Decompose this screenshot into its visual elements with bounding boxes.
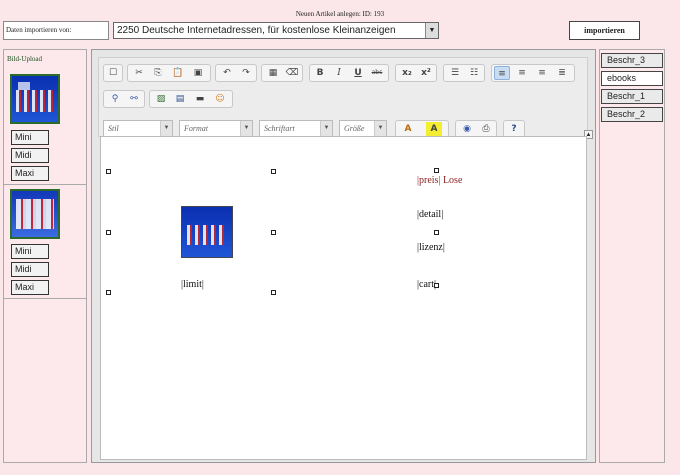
chevron-down-icon: ▼ <box>160 121 172 136</box>
justify-icon[interactable]: ≣ <box>554 66 570 80</box>
mini-button-1[interactable]: Mini <box>11 130 49 145</box>
table-cell-marker <box>434 230 439 235</box>
limit-placeholder: |limit| <box>181 279 204 290</box>
format-combo[interactable]: Format ▼ <box>179 120 253 137</box>
product-thumbnail-2[interactable] <box>10 189 60 239</box>
subscript-icon[interactable]: x₂ <box>399 66 415 80</box>
underline-icon[interactable]: U <box>350 66 366 80</box>
table-cell-marker <box>271 290 276 295</box>
wysiwyg-editor: ☐ ✂ ⎘ 📋 ▣ ↶ ↷ ▦ ⌫ B I U abc x₂ x² ☰ ☷ ≡ … <box>91 49 596 463</box>
superscript-icon[interactable]: x² <box>418 66 434 80</box>
size-combo[interactable]: Größe ▼ <box>339 120 387 137</box>
chevron-down-icon: ▼ <box>240 121 252 136</box>
chevron-down-icon: ▼ <box>374 121 386 136</box>
tab-ebooks[interactable]: ebooks <box>601 71 663 86</box>
table-cell-marker <box>434 168 439 173</box>
help-icon[interactable]: ? <box>506 122 522 136</box>
smiley-icon[interactable]: ☺ <box>212 92 228 106</box>
editor-content-area[interactable]: |preis| Lose |detail| |lizenz| |limit| |… <box>100 136 587 460</box>
redo-icon[interactable]: ↷ <box>238 66 254 80</box>
align-center-icon[interactable]: ≡ <box>514 66 530 80</box>
import-button[interactable]: importieren <box>569 21 640 40</box>
editor-toolbar: ☐ ✂ ⎘ 📋 ▣ ↶ ↷ ▦ ⌫ B I U abc x₂ x² ☰ ☷ ≡ … <box>98 57 593 139</box>
tab-beschr-2[interactable]: Beschr_2 <box>601 107 663 122</box>
midi-button-1[interactable]: Midi <box>11 148 49 163</box>
table-cell-marker <box>106 290 111 295</box>
eraser-icon[interactable]: ⌫ <box>284 66 300 80</box>
chevron-down-icon: ▼ <box>320 121 332 136</box>
align-right-icon[interactable]: ≡ <box>534 66 550 80</box>
select-all-icon[interactable]: ▦ <box>265 66 281 80</box>
paste-word-icon[interactable]: ▣ <box>190 66 206 80</box>
bold-icon[interactable]: B <box>312 66 328 80</box>
image-icon[interactable]: ▨ <box>153 92 169 106</box>
text-color-icon[interactable]: A <box>400 122 416 136</box>
style-combo[interactable]: Stil ▼ <box>103 120 173 137</box>
copy-icon[interactable]: ⎘ <box>150 66 166 80</box>
maxi-button-1[interactable]: Maxi <box>11 166 49 181</box>
table-cell-marker <box>106 230 111 235</box>
maxi-button-2[interactable]: Maxi <box>11 280 49 295</box>
page-header-note: Neuen Artikel anlegen: ID: 193 <box>295 10 385 18</box>
cut-icon[interactable]: ✂ <box>131 66 147 80</box>
table-cell-marker <box>434 283 439 288</box>
ordered-list-icon[interactable]: ☰ <box>447 66 463 80</box>
table-cell-marker <box>271 230 276 235</box>
import-source-value: 2250 Deutsche Internetadressen, für kost… <box>117 25 396 36</box>
mini-button-2[interactable]: Mini <box>11 244 49 259</box>
undo-icon[interactable]: ↶ <box>219 66 235 80</box>
paste-icon[interactable]: 📋 <box>170 66 186 80</box>
import-row: Daten importieren von: 2250 Deutsche Int… <box>3 21 677 40</box>
import-label: Daten importieren von: <box>3 21 109 40</box>
italic-icon[interactable]: I <box>331 66 347 80</box>
unordered-list-icon[interactable]: ☷ <box>466 66 482 80</box>
chevron-down-icon[interactable]: ▼ <box>425 23 438 38</box>
format-combo-label: Format <box>184 124 208 133</box>
font-combo-label: Schriftart <box>264 124 295 133</box>
image-upload-panel: Bild-Upload Mini Midi Maxi Mini Midi Max… <box>3 49 87 463</box>
license-placeholder: |lizenz| <box>417 242 445 253</box>
font-combo[interactable]: Schriftart ▼ <box>259 120 333 137</box>
product-thumbnail-1[interactable] <box>10 74 60 124</box>
replace-icon[interactable]: ⚯ <box>126 92 142 106</box>
rule-icon[interactable]: ▬ <box>192 92 208 106</box>
midi-button-2[interactable]: Midi <box>11 262 49 277</box>
detail-placeholder: |detail| <box>417 209 444 220</box>
style-combo-label: Stil <box>108 124 119 133</box>
table-cell-marker <box>106 169 111 174</box>
source-icon[interactable]: ☐ <box>105 66 121 80</box>
bg-color-icon[interactable]: A <box>426 122 442 136</box>
preview-icon[interactable]: ⎙ <box>478 122 494 136</box>
tab-beschr-3[interactable]: Beschr_3 <box>601 53 663 68</box>
import-source-select[interactable]: 2250 Deutsche Internetadressen, für kost… <box>113 22 439 39</box>
table-icon[interactable]: ▤ <box>172 92 188 106</box>
price-placeholder: |preis| Lose <box>417 175 463 186</box>
product-image[interactable] <box>181 206 233 258</box>
size-combo-label: Größe <box>344 124 365 133</box>
strike-icon[interactable]: abc <box>369 66 385 80</box>
description-tabs-panel: Beschr_3 ebooks Beschr_1 Beschr_2 <box>599 49 665 463</box>
tab-beschr-1[interactable]: Beschr_1 <box>601 89 663 104</box>
upload-label: Bild-Upload <box>7 55 42 63</box>
align-left-icon[interactable]: ≡ <box>494 66 510 80</box>
find-icon[interactable]: ⚲ <box>107 92 123 106</box>
globe-icon[interactable]: ◉ <box>459 122 475 136</box>
table-cell-marker <box>271 169 276 174</box>
